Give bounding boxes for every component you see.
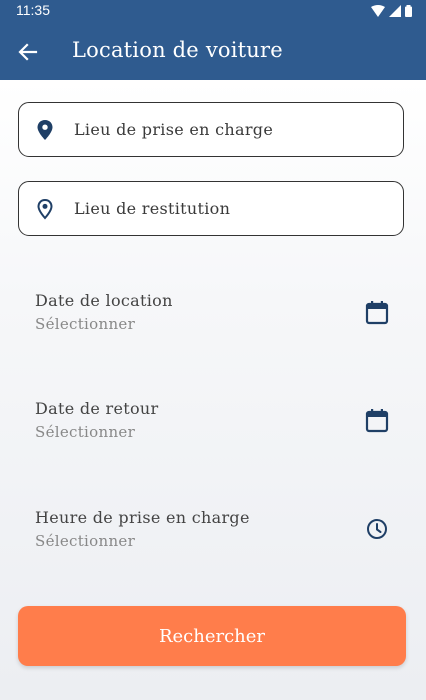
status-bar: 11:35 [0, 0, 426, 24]
clock-icon[interactable] [364, 516, 390, 542]
calendar-icon[interactable] [364, 299, 390, 325]
search-button-label: Rechercher [158, 625, 266, 647]
arrow-left-icon [18, 43, 38, 61]
battery-icon [405, 5, 412, 17]
search-button[interactable]: Rechercher [18, 606, 406, 666]
rental-date-label: Date de location [35, 291, 173, 310]
return-date-value: Sélectionner [35, 423, 136, 441]
location-pin-icon [37, 120, 53, 140]
toolbar: Location de voiture [0, 24, 426, 80]
pickup-time-row[interactable]: Heure de prise en charge Sélectionner [0, 508, 426, 578]
page-title: Location de voiture [72, 38, 283, 62]
wifi-icon [371, 5, 385, 17]
status-time: 11:35 [16, 2, 50, 18]
pickup-location-placeholder: Lieu de prise en charge [74, 120, 274, 139]
pickup-time-label: Heure de prise en charge [35, 508, 250, 527]
pickup-time-value: Sélectionner [35, 532, 136, 550]
rental-date-row[interactable]: Date de location Sélectionner [0, 291, 426, 361]
return-date-row[interactable]: Date de retour Sélectionner [0, 399, 426, 469]
location-pin-outline-icon [37, 198, 53, 220]
return-location-placeholder: Lieu de restitution [74, 199, 231, 218]
status-icons [371, 5, 412, 17]
return-location-field[interactable]: Lieu de restitution [18, 181, 404, 236]
return-date-label: Date de retour [35, 399, 159, 418]
back-button[interactable] [12, 36, 44, 68]
pickup-location-field[interactable]: Lieu de prise en charge [18, 102, 404, 157]
signal-icon [389, 5, 401, 17]
app-bar: 11:35 Location de voiture [0, 0, 426, 80]
calendar-icon[interactable] [364, 407, 390, 433]
rental-date-value: Sélectionner [35, 315, 136, 333]
